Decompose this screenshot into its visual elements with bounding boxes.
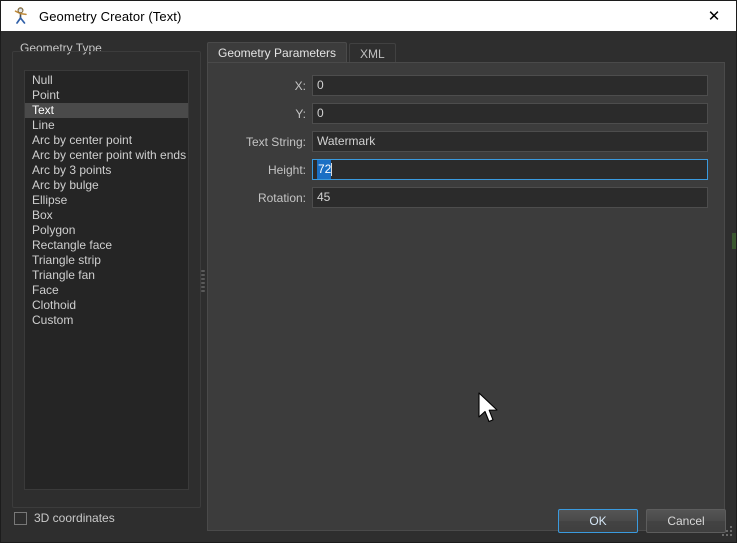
three-d-coordinates-checkbox[interactable]: 3D coordinates xyxy=(14,511,115,525)
tab-xml[interactable]: XML xyxy=(349,43,396,63)
geometry-type-group: Geometry Type Null Point Text Line Arc by ce… xyxy=(12,41,201,508)
field-value: Watermark xyxy=(317,134,376,148)
geometry-type-list[interactable]: Null Point Text Line Arc by center point Arc … xyxy=(24,70,189,490)
cancel-button-label: Cancel xyxy=(667,514,705,528)
window-title: Geometry Creator (Text) xyxy=(39,8,182,24)
geometry-type-item[interactable]: Arc by bulge xyxy=(25,178,188,193)
field-label: X: xyxy=(294,78,306,93)
resize-grip-icon[interactable] xyxy=(720,526,733,539)
form-row: Rotation: 45 xyxy=(208,187,724,208)
parameters-tab-widget: Geometry Parameters XML X: 0 Y: 0 Text String… xyxy=(207,42,725,531)
geometry-type-item[interactable]: Arc by center point with ends xyxy=(25,148,188,163)
form-row: Height: 72 xyxy=(208,159,724,180)
dialog-body: Geometry Type Null Point Text Line Arc by ce… xyxy=(1,31,736,542)
geometry-type-item[interactable]: Polygon xyxy=(25,223,188,238)
geometry-creator-dialog: Geometry Creator (Text) ✕ Geometry Type … xyxy=(0,0,737,543)
geometry-type-item[interactable]: Triangle strip xyxy=(25,253,188,268)
form-row: Y: 0 xyxy=(208,103,724,124)
geometry-type-item[interactable]: Ellipse xyxy=(25,193,188,208)
ok-button-label: OK xyxy=(589,514,607,528)
background-edge-artifact xyxy=(732,233,736,249)
form-row: Text String: Watermark xyxy=(208,131,724,152)
tab-bar: Geometry Parameters XML xyxy=(207,42,398,63)
panel-splitter[interactable] xyxy=(200,31,207,542)
field-input[interactable]: 72 xyxy=(312,159,708,180)
field-value: 0 xyxy=(317,106,324,120)
geometry-type-item[interactable]: Null xyxy=(25,73,188,88)
title-bar: Geometry Creator (Text) ✕ xyxy=(1,1,736,31)
geometry-type-item[interactable]: Clothoid xyxy=(25,298,188,313)
geometry-type-item[interactable]: Face xyxy=(25,283,188,298)
field-label: Text String: xyxy=(245,134,306,149)
dialog-footer: 3D coordinates OK Cancel xyxy=(1,501,736,542)
geometry-type-item[interactable]: Arc by 3 points xyxy=(25,163,188,178)
form-row: X: 0 xyxy=(208,75,724,96)
app-figure-icon xyxy=(12,7,30,25)
cancel-button[interactable]: Cancel xyxy=(646,509,726,533)
parameters-form: X: 0 Y: 0 Text String: Watermark Height: 72 Rota… xyxy=(208,75,724,215)
geometry-type-item[interactable]: Point xyxy=(25,88,188,103)
close-button[interactable]: ✕ xyxy=(692,1,736,31)
geometry-type-item[interactable]: Arc by center point xyxy=(25,133,188,148)
geometry-type-item[interactable]: Triangle fan xyxy=(25,268,188,283)
geometry-type-item[interactable]: Custom xyxy=(25,313,188,328)
field-label: Y: xyxy=(295,106,306,121)
three-d-coordinates-label: 3D coordinates xyxy=(34,511,115,525)
geometry-type-item[interactable]: Box xyxy=(25,208,188,223)
field-value: 72 xyxy=(317,160,332,179)
geometry-type-item[interactable]: Text xyxy=(25,103,188,118)
ok-button[interactable]: OK xyxy=(558,509,638,533)
geometry-type-item[interactable]: Line xyxy=(25,118,188,133)
checkbox-box-icon xyxy=(14,511,27,525)
field-input[interactable]: 0 xyxy=(312,103,708,124)
geometry-type-item[interactable]: Rectangle face xyxy=(25,238,188,253)
text-caret xyxy=(331,163,333,176)
tab-geometry-parameters[interactable]: Geometry Parameters xyxy=(207,42,348,63)
field-label: Rotation: xyxy=(257,190,306,205)
field-label: Height: xyxy=(267,162,306,177)
close-icon: ✕ xyxy=(707,6,721,25)
field-value: 0 xyxy=(317,78,324,92)
field-input[interactable]: 45 xyxy=(312,187,708,208)
field-value: 45 xyxy=(317,190,331,204)
geometry-parameters-pane: X: 0 Y: 0 Text String: Watermark Height: 72 Rota… xyxy=(207,62,725,531)
splitter-grip-icon xyxy=(201,270,206,292)
field-input[interactable]: 0 xyxy=(312,75,708,96)
field-input[interactable]: Watermark xyxy=(312,131,708,152)
